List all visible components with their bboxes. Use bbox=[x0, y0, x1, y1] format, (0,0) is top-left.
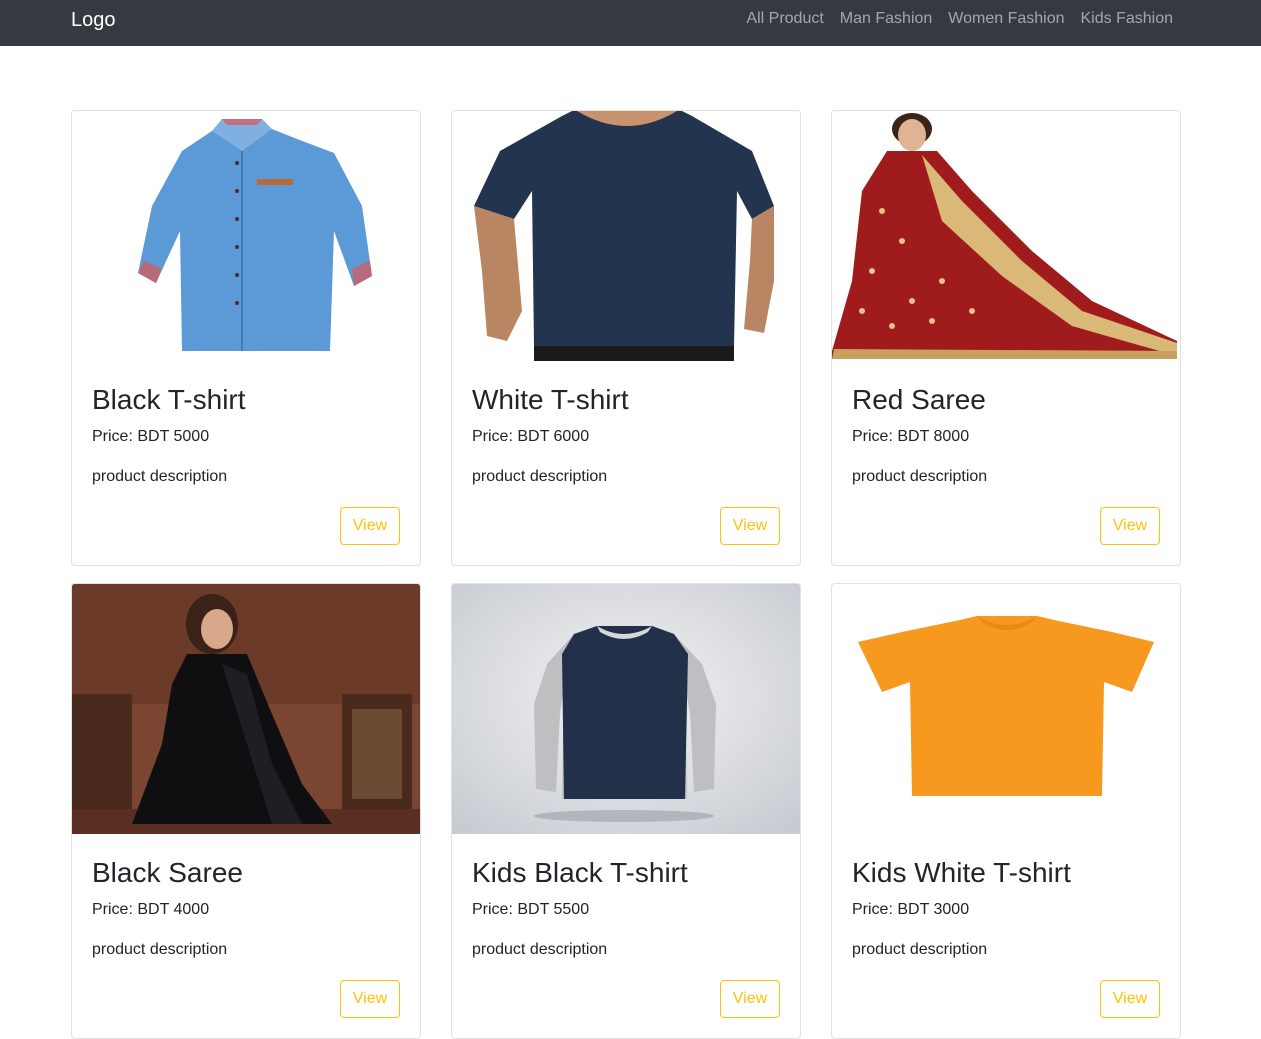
raglan-longsleeve-image bbox=[452, 584, 800, 834]
product-title: Black T-shirt bbox=[92, 384, 246, 415]
brand-logo[interactable]: Logo bbox=[71, 8, 116, 32]
black-saree-image bbox=[72, 584, 420, 834]
nav-link-kids-fashion[interactable]: Kids Fashion bbox=[1081, 10, 1174, 28]
product-title: Red Saree bbox=[852, 384, 986, 415]
orange-tshirt-image bbox=[832, 584, 1180, 834]
product-title: Black Saree bbox=[92, 857, 243, 888]
product-description: product description bbox=[92, 941, 228, 958]
red-saree-image bbox=[832, 111, 1180, 361]
nav-links: All Product Man Fashion Women Fashion Ki… bbox=[730, 10, 1173, 28]
product-title: Kids Black T-shirt bbox=[472, 857, 688, 888]
product-title: Kids White T-shirt bbox=[852, 857, 1071, 888]
view-button[interactable]: View bbox=[340, 507, 400, 545]
view-button[interactable]: View bbox=[720, 980, 780, 1018]
product-description: product description bbox=[852, 941, 988, 958]
product-price: Price: BDT 4000 bbox=[92, 901, 210, 918]
product-card: Black Saree Price: BDT 4000 product desc… bbox=[71, 583, 421, 1039]
product-description: product description bbox=[852, 468, 988, 485]
product-price: Price: BDT 5500 bbox=[472, 901, 590, 918]
product-price: Price: BDT 3000 bbox=[852, 901, 970, 918]
product-card: Kids Black T-shirt Price: BDT 5500 produ… bbox=[451, 583, 801, 1039]
product-description: product description bbox=[472, 941, 608, 958]
product-grid: Black T-shirt Price: BDT 5000 product de… bbox=[71, 110, 1181, 1039]
product-title: White T-shirt bbox=[472, 384, 629, 415]
nav-link-women-fashion[interactable]: Women Fashion bbox=[948, 10, 1064, 28]
view-button[interactable]: View bbox=[1100, 980, 1160, 1018]
product-card: Black T-shirt Price: BDT 5000 product de… bbox=[71, 110, 421, 566]
product-card: Kids White T-shirt Price: BDT 3000 produ… bbox=[831, 583, 1181, 1039]
view-button[interactable]: View bbox=[1100, 507, 1160, 545]
product-card: White T-shirt Price: BDT 6000 product de… bbox=[451, 110, 801, 566]
product-description: product description bbox=[92, 468, 228, 485]
blue-shirt-image bbox=[72, 111, 420, 361]
view-button[interactable]: View bbox=[720, 507, 780, 545]
product-price: Price: BDT 8000 bbox=[852, 428, 970, 445]
product-description: product description bbox=[472, 468, 608, 485]
navy-tshirt-image bbox=[452, 111, 800, 361]
product-price: Price: BDT 5000 bbox=[92, 428, 210, 445]
nav-link-all-product[interactable]: All Product bbox=[746, 10, 823, 28]
product-price: Price: BDT 6000 bbox=[472, 428, 590, 445]
nav-link-man-fashion[interactable]: Man Fashion bbox=[840, 10, 933, 28]
view-button[interactable]: View bbox=[340, 980, 400, 1018]
navbar: Logo All Product Man Fashion Women Fashi… bbox=[0, 0, 1261, 46]
product-card: Red Saree Price: BDT 8000 product descri… bbox=[831, 110, 1181, 566]
